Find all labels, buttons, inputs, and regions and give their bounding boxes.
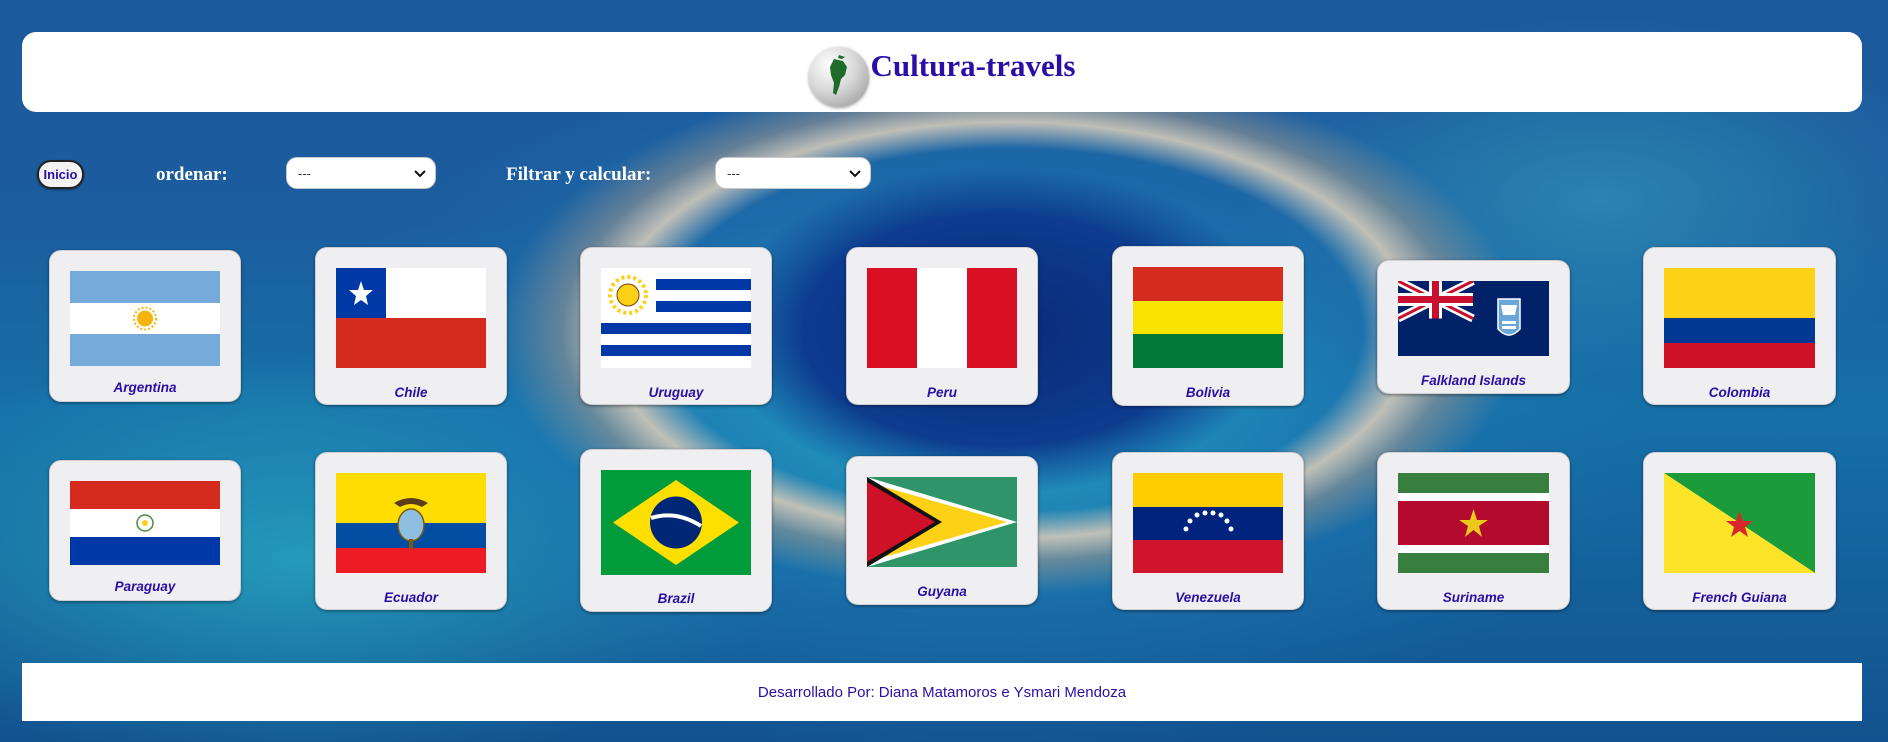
country-card-paraguay[interactable]: Paraguay (49, 460, 241, 601)
country-name: Argentina (113, 380, 177, 395)
chevron-down-icon (414, 170, 426, 178)
site-header: Cultura-travels (22, 32, 1862, 112)
country-name: Uruguay (648, 385, 704, 400)
country-name: French Guiana (1692, 590, 1787, 605)
country-name: Bolivia (1185, 385, 1231, 400)
country-card-french-guiana[interactable]: French Guiana (1643, 452, 1836, 610)
colombia-flag-icon (1664, 268, 1815, 368)
country-card-suriname[interactable]: Suriname (1377, 452, 1570, 610)
country-name: Suriname (1442, 590, 1505, 605)
country-card-argentina[interactable]: Argentina (49, 250, 241, 402)
brazil-flag-icon (601, 470, 751, 575)
filter-select-value: --- (727, 166, 740, 181)
falkland-islands-flag-icon (1398, 281, 1549, 356)
country-card-chile[interactable]: Chile (315, 247, 507, 405)
argentina-flag-icon (70, 271, 220, 366)
country-card-brazil[interactable]: Brazil (580, 449, 772, 612)
country-name: Venezuela (1175, 590, 1241, 605)
site-title: Cultura-travels (870, 48, 1076, 83)
footer-credit: Desarrollado Por: Diana Matamoros e Ysma… (757, 683, 1127, 701)
country-name: Paraguay (114, 579, 176, 594)
paraguay-flag-icon (70, 481, 220, 565)
sort-select-value: --- (298, 166, 311, 181)
country-name: Peru (926, 385, 957, 400)
french-guiana-flag-icon (1664, 473, 1815, 573)
sort-label: ordenar: (156, 164, 228, 185)
sort-select[interactable]: --- (286, 157, 436, 189)
ecuador-flag-icon (336, 473, 486, 573)
country-card-colombia[interactable]: Colombia (1643, 247, 1836, 405)
country-card-guyana[interactable]: Guyana (846, 456, 1038, 605)
country-card-falkland-islands[interactable]: Falkland Islands (1377, 260, 1570, 394)
guyana-flag-icon (867, 477, 1017, 567)
suriname-flag-icon (1398, 473, 1549, 573)
bolivia-flag-icon (1133, 267, 1283, 368)
globe-logo-icon (808, 47, 869, 107)
country-card-bolivia[interactable]: Bolivia (1112, 246, 1304, 406)
peru-flag-icon (867, 268, 1017, 368)
country-card-peru[interactable]: Peru (846, 247, 1038, 405)
chile-flag-icon (336, 268, 486, 368)
site-footer: Desarrollado Por: Diana Matamoros e Ysma… (22, 663, 1862, 721)
country-card-uruguay[interactable]: Uruguay (580, 247, 772, 405)
country-card-ecuador[interactable]: Ecuador (315, 452, 507, 610)
chevron-down-icon (849, 170, 861, 178)
country-name: Brazil (657, 591, 695, 606)
venezuela-flag-icon (1133, 473, 1283, 573)
country-name: Guyana (917, 584, 967, 599)
country-name: Ecuador (383, 590, 438, 605)
filter-label: Filtrar y calcular: (506, 164, 652, 185)
country-name: Falkland Islands (1420, 373, 1527, 388)
home-button[interactable]: Inicio (37, 160, 84, 189)
country-name: Chile (394, 385, 428, 400)
country-card-venezuela[interactable]: Venezuela (1112, 452, 1304, 610)
uruguay-flag-icon (601, 268, 751, 368)
filter-select[interactable]: --- (715, 157, 871, 189)
country-name: Colombia (1708, 385, 1771, 400)
toolbar: Inicio ordenar: --- Filtrar y calcular: … (0, 155, 1888, 195)
